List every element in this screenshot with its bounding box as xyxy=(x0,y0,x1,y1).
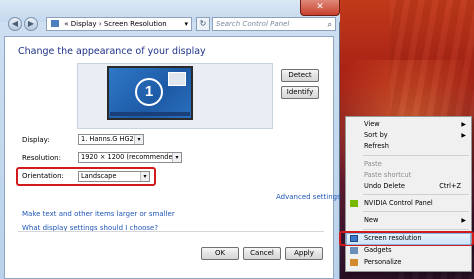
breadcrumb-back[interactable]: « xyxy=(64,20,68,28)
navigation-bar: ◀ ▶ « Display › Screen Resolution ▾ ↻ Se… xyxy=(4,16,338,32)
apply-button[interactable]: Apply xyxy=(285,247,323,260)
menu-item-label: View xyxy=(364,120,380,128)
breadcrumb-dropdown-icon[interactable]: ▾ xyxy=(184,18,188,30)
menu-item-label: Gadgets xyxy=(364,246,392,254)
menu-separator xyxy=(363,211,469,212)
menu-item-label: Undo Delete xyxy=(364,182,405,190)
orientation-select[interactable]: Landscape ▾ xyxy=(78,171,150,182)
orientation-label: Orientation: xyxy=(22,172,64,180)
menu-item-label: Paste xyxy=(364,160,382,168)
forward-button[interactable]: ▶ xyxy=(24,17,38,31)
menu-separator xyxy=(363,194,469,195)
personalize-icon xyxy=(350,259,358,266)
refresh-icon: ↻ xyxy=(199,19,207,28)
menu-item-label: New xyxy=(364,216,379,224)
menu-item-label: Personalize xyxy=(364,258,402,266)
resolution-select-value: 1920 × 1200 (recommended) xyxy=(81,153,180,161)
forward-arrow-icon: ▶ xyxy=(27,19,35,28)
orientation-select-value: Landscape xyxy=(81,172,117,180)
search-icon[interactable]: ⌕ xyxy=(328,19,332,31)
menu-item-nvidia-control-panel[interactable]: NVIDIA Control Panel xyxy=(346,198,471,209)
menu-item-label: NVIDIA Control Panel xyxy=(364,199,433,207)
submenu-arrow-icon: ▶ xyxy=(461,217,466,224)
breadcrumb-screen-resolution[interactable]: Screen Resolution xyxy=(104,20,167,28)
identify-button[interactable]: Identify xyxy=(281,86,319,99)
chevron-down-icon: ▾ xyxy=(140,172,149,181)
detect-button[interactable]: Detect xyxy=(281,69,319,82)
menu-item-label: Refresh xyxy=(364,142,389,150)
text-size-link[interactable]: Make text and other items larger or smal… xyxy=(22,210,175,218)
page-title: Change the appearance of your display xyxy=(18,46,206,57)
back-arrow-icon: ◀ xyxy=(11,19,19,28)
submenu-arrow-icon: ▶ xyxy=(461,121,466,128)
menu-item-paste[interactable]: Paste xyxy=(346,159,471,170)
address-bar[interactable]: « Display › Screen Resolution ▾ xyxy=(46,17,192,31)
display-select-value: 1. Hanns.G HG281 xyxy=(81,135,143,143)
submenu-arrow-icon: ▶ xyxy=(461,132,466,139)
menu-item-refresh[interactable]: Refresh xyxy=(346,141,471,152)
menu-item-shortcut: Ctrl+Z xyxy=(439,182,461,190)
cancel-button[interactable]: Cancel xyxy=(243,247,281,260)
menu-item-paste-shortcut[interactable]: Paste shortcut xyxy=(346,170,471,181)
menu-item-view[interactable]: View ▶ xyxy=(346,119,471,130)
menu-item-sort-by[interactable]: Sort by ▶ xyxy=(346,130,471,141)
display-label: Display: xyxy=(22,136,50,144)
menu-item-personalize[interactable]: Personalize xyxy=(346,257,471,268)
gadgets-icon xyxy=(350,247,358,254)
footer-divider xyxy=(18,231,324,232)
control-panel-window: ✕ ◀ ▶ « Display › Screen Resolution ▾ ↻ … xyxy=(0,0,340,279)
control-panel-icon xyxy=(51,20,59,27)
chevron-down-icon: ▾ xyxy=(134,135,143,144)
menu-item-label: Sort by xyxy=(364,131,388,139)
search-input[interactable]: Search Control Panel ⌕ xyxy=(212,17,336,31)
menu-item-new[interactable]: New ▶ xyxy=(346,215,471,226)
display-select[interactable]: 1. Hanns.G HG281 ▾ xyxy=(78,134,144,145)
menu-item-undo-delete[interactable]: Undo Delete Ctrl+Z xyxy=(346,181,471,192)
menu-item-gadgets[interactable]: Gadgets xyxy=(346,245,471,256)
monitor-number-badge: 1 xyxy=(135,78,163,106)
breadcrumb-display[interactable]: Display xyxy=(71,20,97,28)
chevron-down-icon: ▾ xyxy=(172,153,181,162)
menu-item-screen-resolution[interactable]: Screen resolution xyxy=(346,233,471,244)
ok-button[interactable]: OK xyxy=(201,247,239,260)
advanced-settings-link[interactable]: Advanced settings xyxy=(276,193,341,201)
refresh-button[interactable]: ↻ xyxy=(196,17,210,31)
window-close-button[interactable]: ✕ xyxy=(300,0,340,16)
breadcrumb-separator: › xyxy=(98,20,102,28)
display-icon xyxy=(350,235,358,242)
monitor-window-icon xyxy=(168,72,186,86)
monitor-taskbar-preview xyxy=(110,112,190,116)
menu-separator xyxy=(363,229,469,230)
menu-item-label: Paste shortcut xyxy=(364,171,412,179)
resolution-label: Resolution: xyxy=(22,154,61,162)
menu-separator xyxy=(363,155,469,156)
back-button[interactable]: ◀ xyxy=(8,17,22,31)
menu-item-label: Screen resolution xyxy=(364,234,422,242)
nvidia-icon xyxy=(350,200,358,207)
resolution-select[interactable]: 1920 × 1200 (recommended) ▾ xyxy=(78,152,182,163)
search-placeholder: Search Control Panel xyxy=(216,20,290,28)
close-icon: ✕ xyxy=(316,2,324,12)
